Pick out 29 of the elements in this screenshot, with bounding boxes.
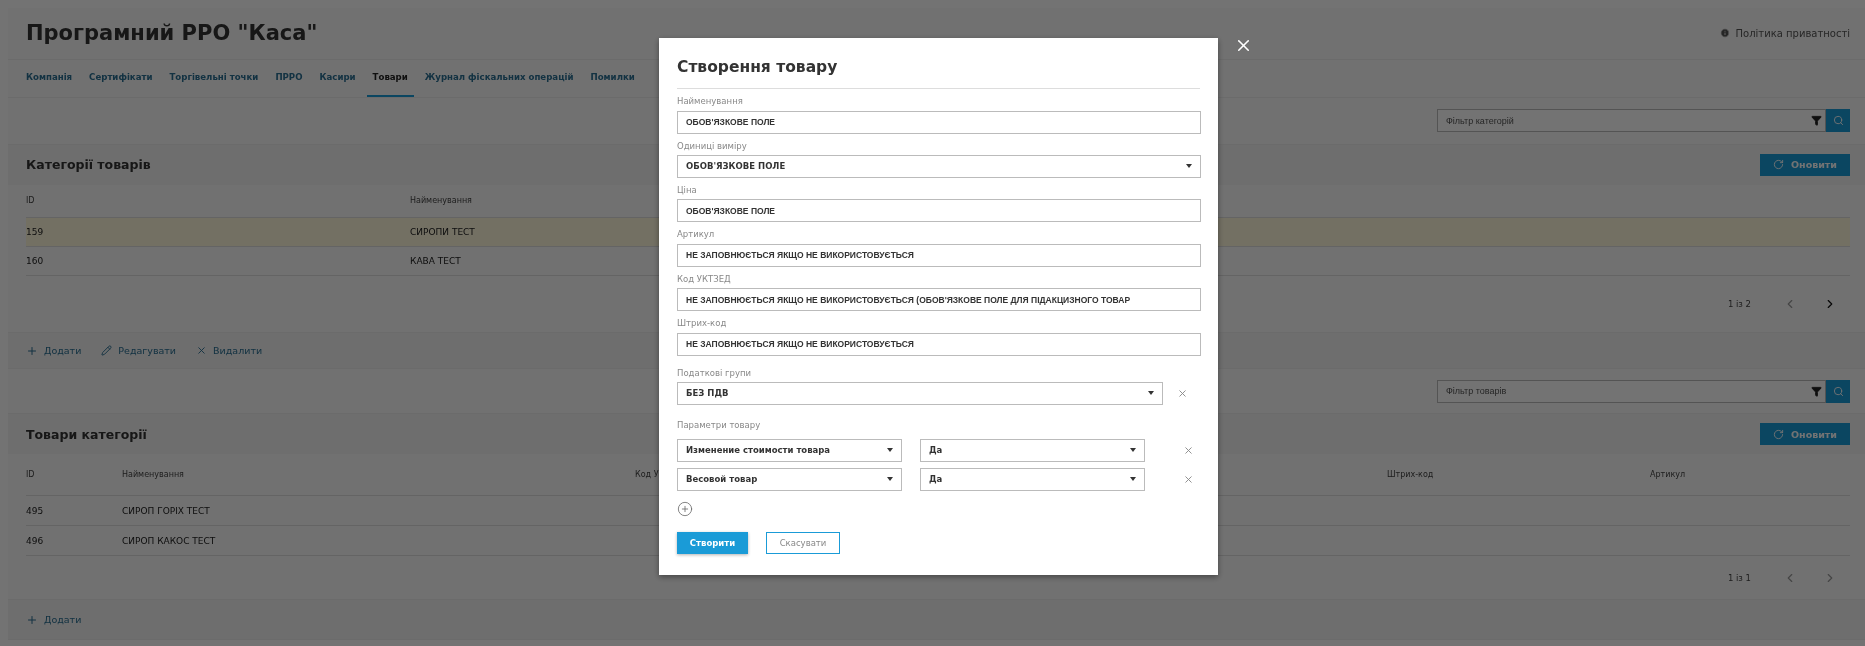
table-cell: СИРОП КАКОС ТЕСТ — [122, 535, 216, 546]
table-cell: СИРОПИ ТЕСТ — [410, 226, 475, 237]
field-label: Податкові групи — [677, 367, 752, 379]
page-title: Програмний РРО "Каса" — [26, 21, 318, 46]
column-header: ID — [26, 196, 35, 206]
page-count: 1 із 2 — [1727, 299, 1751, 310]
column-header: Штрих-код — [1387, 470, 1434, 480]
field-label: Ціна — [677, 184, 698, 196]
field-label: Одиниці виміру — [677, 140, 748, 152]
field-label: Код УКТЗЕД — [677, 273, 732, 285]
field-label: Штрих-код — [677, 318, 728, 329]
table-cell: 495 — [26, 505, 44, 516]
table-cell: 159 — [26, 226, 44, 237]
field-label: Параметри товару — [677, 419, 762, 431]
table-cell: СИРОП ГОРІХ ТЕСТ — [122, 505, 210, 516]
column-header: Найменування — [122, 470, 184, 480]
section-title: Товари категорії — [26, 426, 147, 442]
section-title: Категорії товарів — [26, 157, 151, 173]
column-header: ID — [26, 470, 35, 480]
column-header: Артикул — [1650, 470, 1686, 480]
field-label: Артикул — [677, 229, 716, 240]
column-header: Код У — [635, 470, 659, 480]
dialog-title: Створення товару — [677, 50, 1200, 89]
table-cell: 160 — [26, 255, 44, 266]
field-label: Найменування — [677, 96, 744, 107]
page-count: 1 із 1 — [1727, 572, 1751, 583]
table-cell: 496 — [26, 535, 44, 546]
table-cell: КАВА ТЕСТ — [410, 255, 461, 266]
column-header: Найменування — [410, 196, 472, 206]
